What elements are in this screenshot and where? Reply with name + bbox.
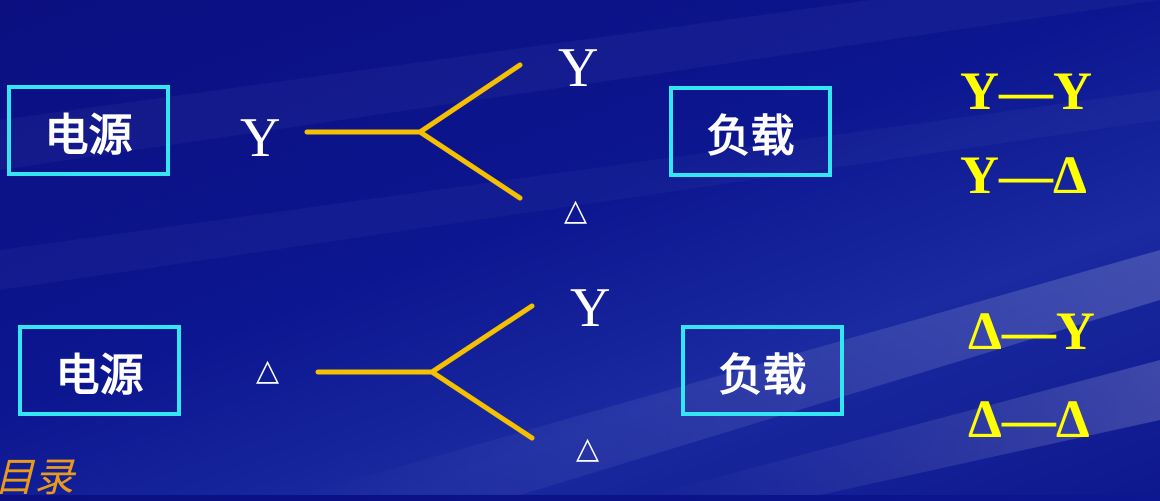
row2-load-box: 负载 <box>681 325 844 416</box>
row1-load-label: 负载 <box>706 110 795 162</box>
row1-branch-bottom-symbol: △ <box>564 194 588 227</box>
row2-branch-bottom-symbol: △ <box>576 432 600 465</box>
row1-branch-up <box>417 62 523 135</box>
row2-branch-up <box>429 303 535 375</box>
row1-combo-2: Y—Δ <box>960 145 1087 205</box>
row2-source-box: 电源 <box>18 325 181 416</box>
row1-branch-down <box>417 129 523 201</box>
row2-branch-down <box>429 369 535 441</box>
watermark-text: 目录 <box>0 455 74 501</box>
row1-branch-top-symbol: Y <box>558 37 599 99</box>
row1-source-box: 电源 <box>7 85 170 176</box>
row1-load-box: 负载 <box>669 86 832 177</box>
row2-combo-2: Δ—Δ <box>968 389 1090 449</box>
row2-load-label: 负载 <box>718 349 807 401</box>
row1-source-symbol: Y <box>240 107 281 169</box>
row2-source-symbol: △ <box>256 354 280 387</box>
row1-source-label: 电源 <box>44 109 133 161</box>
row2-branch-top-symbol: Y <box>570 277 611 339</box>
row2-combo-1: Δ—Y <box>968 301 1095 361</box>
row2-source-label: 电源 <box>55 349 144 401</box>
row1-combo-1: Y—Y <box>960 61 1092 121</box>
